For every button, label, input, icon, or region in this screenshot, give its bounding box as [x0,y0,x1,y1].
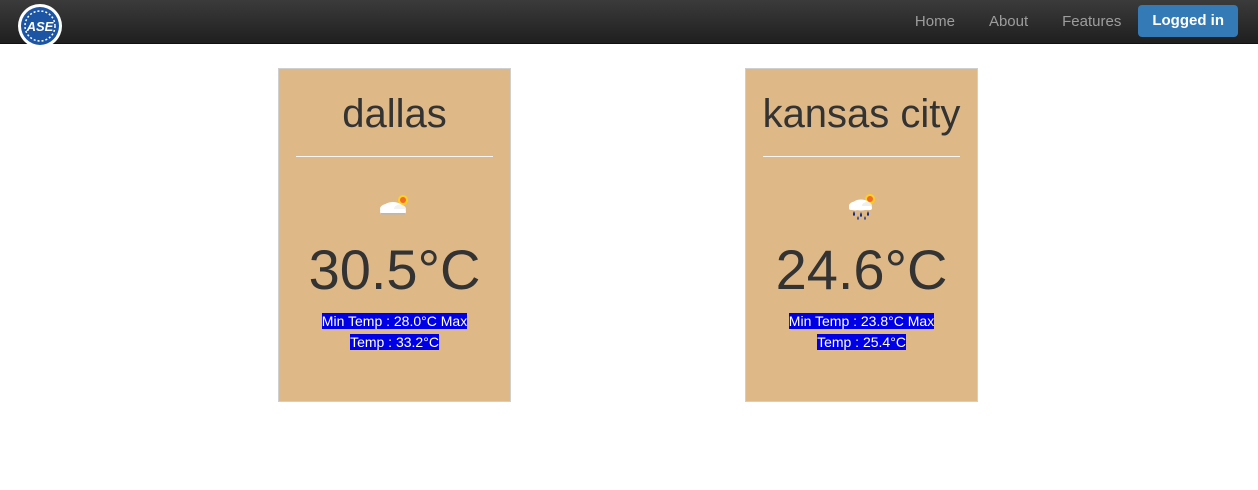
nav-features-link[interactable]: Features [1045,6,1138,38]
nav-home-link[interactable]: Home [898,6,972,38]
city-name: dallas [342,92,447,136]
min-max-line-1: Min Temp : 23.8°C Max [788,313,935,329]
weather-card-kansas-city: kansas city 24.6°C Min Temp : 23.8°C Max… [745,68,978,402]
card-divider [763,156,960,157]
min-max-temperature: Min Temp : 28.0°C Max Temp : 33.2°C [305,311,485,353]
rain-cloud-icon [848,194,875,220]
partly-cloudy-icon [379,195,408,215]
current-temperature: 24.6°C [775,238,948,301]
min-max-line-2: Temp : 25.4°C [817,334,906,350]
ase-logo[interactable]: ASE [17,3,63,49]
min-max-line-2: Temp : 33.2°C [350,334,439,350]
nav-about-link[interactable]: About [972,6,1045,38]
logo-text: ASE [26,19,54,34]
card-divider [296,156,493,157]
logged-in-button[interactable]: Logged in [1138,5,1238,37]
min-max-temperature: Min Temp : 23.8°C Max Temp : 25.4°C [772,311,952,353]
city-name: kansas city [762,92,961,136]
min-max-line-1: Min Temp : 28.0°C Max [321,313,468,329]
current-temperature: 30.5°C [308,238,481,301]
navbar: ASE Home About Features Logged in [0,0,1258,48]
weather-card-dallas: dallas 30.5°C Min Temp : 28.0°C Max Temp… [278,68,511,402]
nav-links: Home About Features Logged in [898,0,1238,44]
